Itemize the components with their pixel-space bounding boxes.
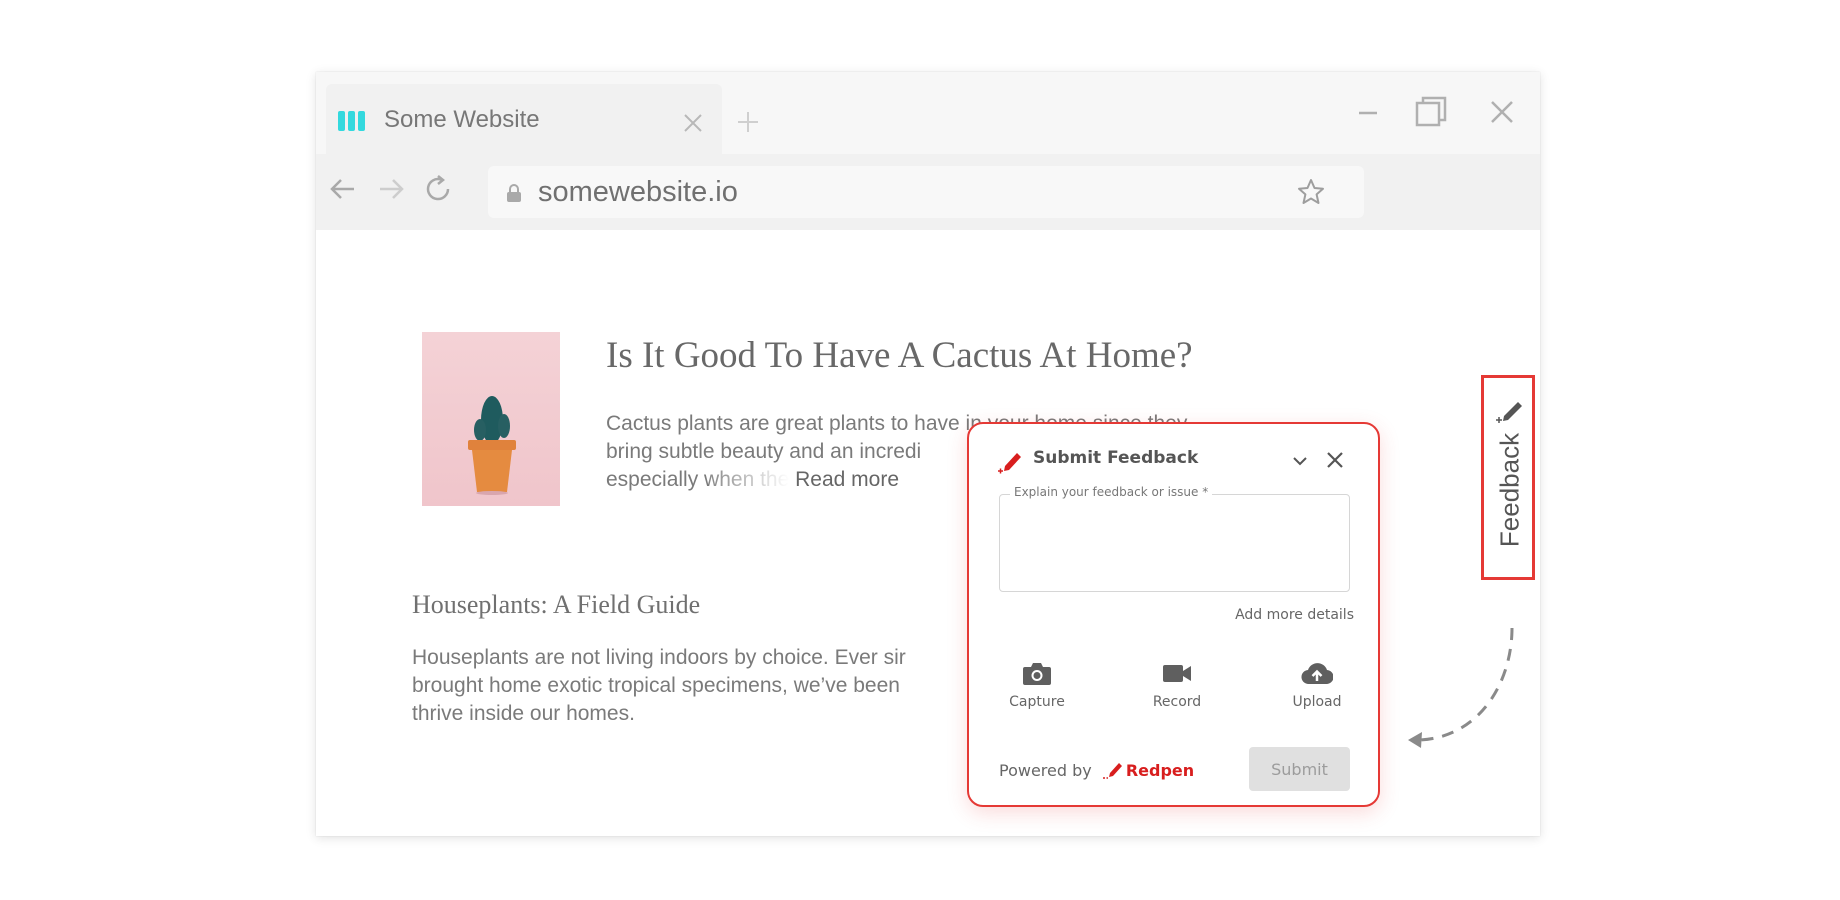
cloud-upload-icon	[1301, 663, 1333, 685]
bookmark-star-icon[interactable]	[1296, 177, 1326, 207]
widget-title: Submit Feedback	[1033, 448, 1199, 468]
capture-label: Capture	[1009, 694, 1065, 710]
pen-icon	[1496, 402, 1522, 423]
browser-tab[interactable]: Some Website	[326, 84, 722, 154]
feedback-textarea-label: Explain your feedback or issue *	[1010, 485, 1213, 499]
site-logo-icon	[338, 111, 366, 131]
close-icon[interactable]	[1325, 450, 1345, 470]
redpen-logo-icon	[998, 453, 1021, 474]
back-icon[interactable]	[328, 174, 358, 204]
submit-button[interactable]: Submit	[1249, 747, 1350, 791]
upload-button[interactable]: Upload	[1272, 660, 1362, 720]
title-bar: Some Website	[316, 72, 1540, 154]
camera-icon	[1023, 663, 1051, 685]
address-bar[interactable]: somewebsite.io	[488, 166, 1364, 218]
article-title[interactable]: Houseplants: A Field Guide	[412, 590, 700, 620]
powered-by-text: Powered by	[999, 761, 1092, 780]
add-more-details-link[interactable]: Add more details	[1235, 607, 1354, 623]
url-text[interactable]: somewebsite.io	[538, 176, 738, 209]
article-title[interactable]: Is It Good To Have A Cactus At Home?	[606, 334, 1193, 377]
forward-icon[interactable]	[376, 174, 406, 204]
minimize-icon[interactable]	[1350, 94, 1386, 130]
chevron-down-icon[interactable]	[1291, 452, 1309, 470]
feedback-tab-button[interactable]: Feedback	[1481, 375, 1535, 580]
upload-label: Upload	[1292, 694, 1342, 710]
cactus-image[interactable]	[422, 332, 560, 506]
video-icon	[1163, 665, 1191, 682]
feedback-tab-label: Feedback	[1494, 432, 1525, 548]
tab-title: Some Website	[384, 106, 540, 133]
record-button[interactable]: Record	[1132, 660, 1222, 720]
feedback-widget: Submit Feedback Explain your feedback or…	[967, 422, 1380, 807]
maximize-icon[interactable]	[1413, 94, 1449, 130]
feedback-textarea[interactable]: Explain your feedback or issue *	[999, 485, 1350, 592]
redpen-brand-link[interactable]: Redpen	[1126, 761, 1194, 780]
tab-close-icon[interactable]	[681, 111, 705, 135]
new-tab-icon[interactable]	[736, 110, 760, 134]
record-label: Record	[1152, 694, 1202, 710]
navigation-bar: somewebsite.io	[316, 154, 1540, 230]
powered-by: Powered by Redpen	[999, 760, 1194, 780]
capture-button[interactable]: Capture	[992, 660, 1082, 720]
redpen-brand-icon	[1102, 763, 1122, 779]
dashed-arrow-icon	[1408, 627, 1514, 748]
lock-icon	[507, 184, 521, 202]
read-more-link[interactable]: Read more	[795, 468, 899, 491]
close-window-icon[interactable]	[1484, 94, 1520, 130]
reload-icon[interactable]	[424, 174, 454, 204]
text-fade	[709, 468, 790, 493]
